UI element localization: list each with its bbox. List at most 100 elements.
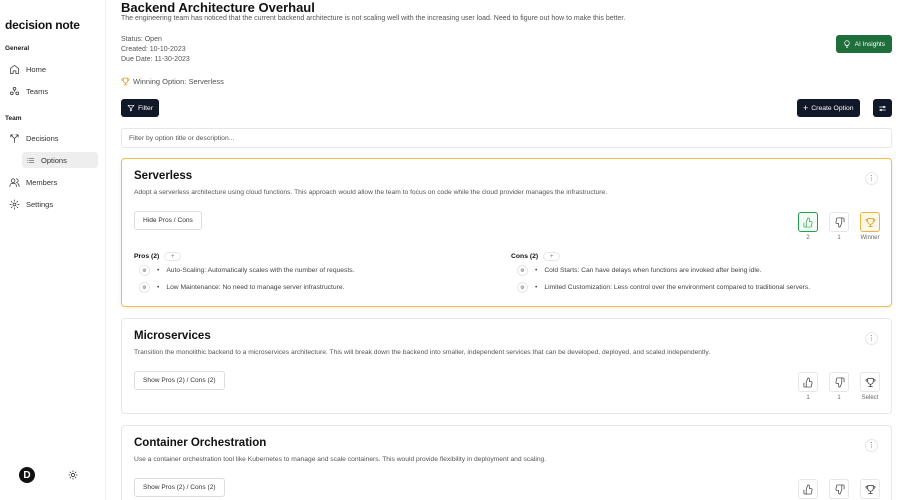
sidebar-item-label: Options: [41, 155, 67, 165]
gear-icon: [9, 199, 20, 209]
select-winner-button[interactable]: [860, 479, 880, 499]
toggle-pros-cons-button[interactable]: Show Pros (2) / Cons (2): [134, 478, 225, 497]
decisions-icon: [10, 133, 19, 143]
trophy-icon: [121, 77, 130, 86]
sidebar-item-home[interactable]: Home: [9, 61, 46, 77]
sidebar-item-label: Home: [26, 64, 47, 74]
decision-status: Status: Open: [121, 36, 162, 43]
more-options-icon[interactable]: ⋮: [865, 172, 878, 185]
filter-input[interactable]: [121, 128, 892, 148]
filter-button[interactable]: Filter: [121, 99, 160, 117]
upvote-count: 2: [806, 235, 810, 241]
downvote-button[interactable]: [829, 212, 849, 232]
trophy-icon: [865, 377, 875, 387]
section-label-general: General: [5, 45, 30, 52]
option-description: Adopt a serverless architecture using cl…: [134, 189, 608, 196]
sun-icon[interactable]: [68, 470, 78, 480]
select-winner-button[interactable]: [860, 372, 880, 392]
ai-insights-button[interactable]: AI Insights: [835, 35, 892, 53]
option-card-serverless: Serverless Adopt a serverless architectu…: [121, 158, 892, 307]
more-options-icon[interactable]: ⋮: [865, 439, 878, 452]
user-avatar[interactable]: D: [19, 467, 35, 483]
ai-insights-label: AI Insights: [854, 40, 885, 48]
sidebar-item-teams[interactable]: Teams: [9, 83, 48, 99]
gear-icon[interactable]: ⚙: [517, 282, 528, 293]
section-label-team: Team: [5, 115, 22, 122]
thumbs-down-icon: [835, 484, 844, 494]
pros-header: Pros (2) +: [134, 252, 182, 261]
add-pro-button[interactable]: +: [164, 252, 182, 261]
page-title: Backend Architecture Overhaul: [121, 0, 315, 15]
select-label: Select: [861, 395, 879, 401]
option-description: Transition the monolithic backend to a m…: [134, 349, 711, 356]
create-option-label: Create Option: [811, 104, 854, 112]
downvote-button[interactable]: [829, 479, 849, 499]
teams-icon: [10, 86, 19, 95]
downvote-button[interactable]: [829, 372, 849, 392]
list-icon: [26, 157, 35, 163]
upvote-count: 1: [806, 395, 810, 401]
toggle-pros-cons-button[interactable]: Hide Pros / Cons: [134, 211, 202, 230]
option-card-microservices: Microservices Transition the monolithic …: [121, 318, 892, 414]
pro-item: ⚙ • Low Maintenance: No need to manage s…: [139, 282, 344, 293]
sidebar-item-decisions[interactable]: Decisions: [9, 130, 59, 146]
option-title: Microservices: [134, 330, 211, 342]
pro-item: ⚙ • Auto-Scaling: Automatically scales w…: [139, 265, 354, 276]
con-item: ⚙ • Limited Customization: Less control …: [517, 282, 810, 293]
option-card-container-orchestration: Container Orchestration Use a container …: [121, 425, 892, 500]
pros-label: Pros (2): [134, 253, 160, 260]
create-option-button[interactable]: + Create Option: [797, 99, 860, 117]
filter-label: Filter: [138, 104, 154, 112]
cons-header: Cons (2) +: [511, 252, 561, 261]
gear-icon[interactable]: ⚙: [517, 265, 528, 276]
decision-due-date: Due Date: 11-30-2023: [121, 56, 190, 63]
cons-label: Cons (2): [511, 253, 539, 260]
sidebar-item-label: Members: [26, 177, 58, 187]
app-name: decision note: [5, 18, 80, 32]
thumbs-up-icon: [803, 217, 812, 227]
upvote-button[interactable]: [798, 479, 818, 499]
thumbs-down-icon: [835, 377, 844, 387]
winner-button[interactable]: [860, 212, 880, 232]
thumbs-down-icon: [835, 217, 844, 227]
sidebar-item-label: Settings: [26, 199, 54, 209]
pro-text: Low Maintenance: No need to manage serve…: [166, 284, 345, 291]
pro-text: Auto-Scaling: Automatically scales with …: [166, 267, 355, 274]
sidebar: decision note General Home Teams Team De…: [0, 0, 106, 500]
con-text: Cold Starts: Can have delays when functi…: [544, 267, 762, 274]
sidebar-item-label: Decisions: [26, 133, 59, 143]
home-icon: [10, 64, 19, 74]
add-con-button[interactable]: +: [543, 252, 561, 261]
members-icon: [9, 177, 20, 187]
gear-icon[interactable]: ⚙: [139, 282, 150, 293]
thumbs-up-icon: [803, 377, 812, 387]
trophy-icon: [865, 217, 875, 227]
sidebar-item-members[interactable]: Members: [9, 174, 57, 190]
con-text: Limited Customization: Less control over…: [544, 284, 811, 291]
gear-icon[interactable]: ⚙: [139, 265, 150, 276]
sliders-icon: [879, 105, 886, 111]
option-description: Use a container orchestration tool like …: [134, 456, 547, 463]
toggle-pros-cons-button[interactable]: Show Pros (2) / Cons (2): [134, 371, 225, 390]
thumbs-up-icon: [803, 484, 812, 494]
upvote-button[interactable]: [798, 372, 818, 392]
option-title: Serverless: [134, 170, 193, 182]
plus-icon: +: [803, 102, 809, 113]
sidebar-item-settings[interactable]: Settings: [9, 196, 53, 212]
downvote-count: 1: [837, 395, 841, 401]
decision-created: Created: 10-10-2023: [121, 46, 186, 53]
winning-option-label: Winning Option: Serverless: [133, 77, 224, 86]
filter-icon: [127, 105, 135, 112]
winner-label: Winner: [860, 235, 880, 241]
lightbulb-icon: [844, 40, 850, 48]
more-options-icon[interactable]: ⋮: [865, 332, 878, 345]
sidebar-item-options[interactable]: Options: [22, 152, 98, 168]
sort-button[interactable]: [873, 99, 892, 117]
decision-description: The engineering team has noticed that th…: [121, 15, 626, 22]
option-title: Container Orchestration: [134, 437, 267, 449]
upvote-button[interactable]: [798, 212, 818, 232]
downvote-count: 1: [837, 235, 841, 241]
winning-option: Winning Option: Serverless: [121, 77, 224, 86]
con-item: ⚙ • Cold Starts: Can have delays when fu…: [517, 265, 761, 276]
sidebar-item-label: Teams: [26, 86, 49, 96]
